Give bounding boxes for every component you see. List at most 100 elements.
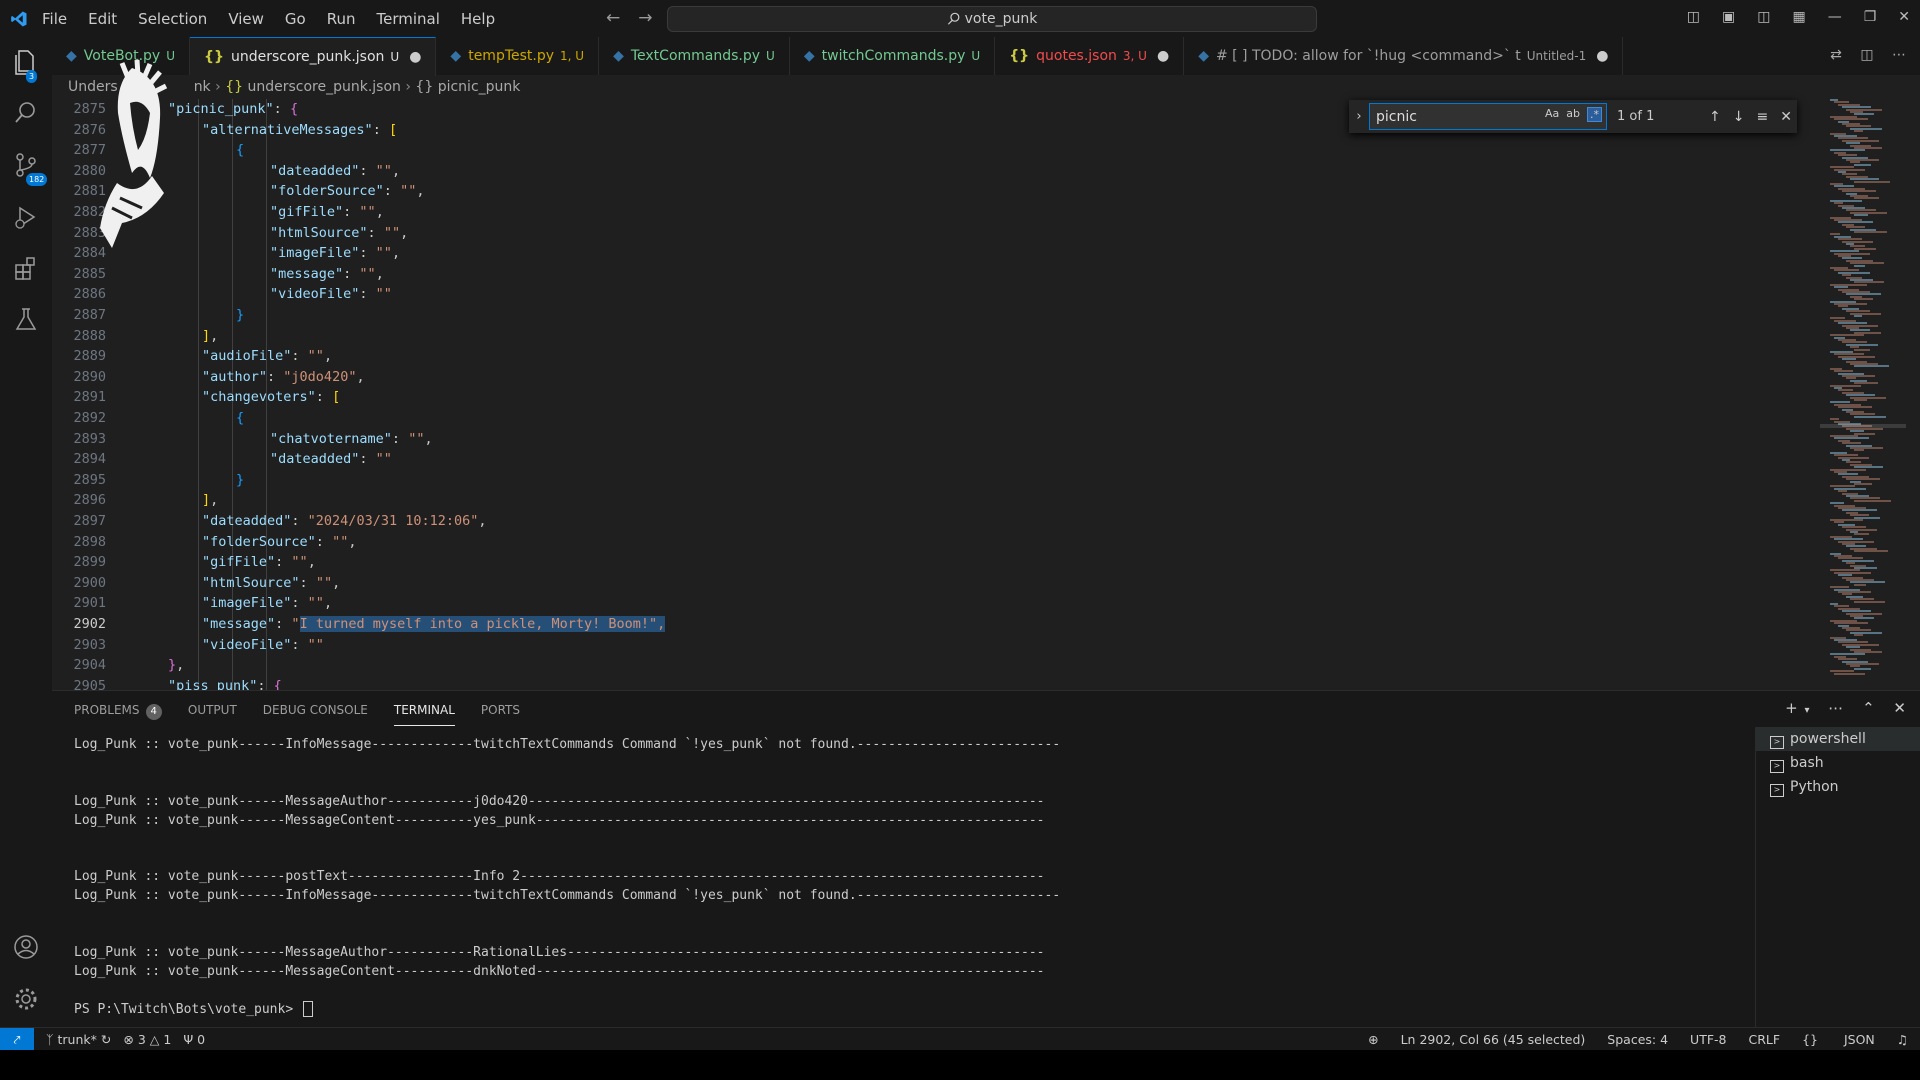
editor-tab[interactable]: ◆ tempTest.py 1, U	[436, 37, 600, 75]
match-whole-word-toggle[interactable]: ab	[1566, 107, 1580, 122]
run-debug-icon[interactable]	[12, 203, 40, 231]
problems-indicator[interactable]: ⊗ 3 △ 1	[123, 1032, 171, 1047]
language-mode[interactable]: {} JSON	[1802, 1032, 1875, 1047]
toggle-replace-chevron-icon[interactable]: ›	[1349, 109, 1369, 124]
encoding[interactable]: UTF-8	[1690, 1032, 1726, 1047]
code-token: "picnic_punk"	[168, 101, 274, 117]
minimize-icon[interactable]: —	[1828, 9, 1842, 25]
python-icon: ◆	[66, 48, 77, 64]
close-window-icon[interactable]: ✕	[1898, 9, 1910, 25]
indentation[interactable]: Spaces: 4	[1607, 1032, 1668, 1047]
line-ending[interactable]: CRLF	[1749, 1032, 1781, 1047]
ports-indicator[interactable]: Ψ 0	[183, 1032, 205, 1047]
branch-indicator[interactable]: ᛉ trunk* ↻	[46, 1032, 111, 1047]
tab-problems[interactable]: PROBLEMS 4	[74, 701, 162, 725]
more-actions-icon[interactable]: ⋯	[1892, 47, 1906, 63]
terminal-line: Log_Punk :: vote_punk------postText-----…	[74, 869, 1045, 885]
unsaved-dot-icon[interactable]: ●	[1157, 48, 1169, 64]
find-input[interactable]: picnic Aa ab .*	[1369, 103, 1607, 130]
tab-terminal[interactable]: TERMINAL	[393, 701, 455, 726]
code-token: ""	[375, 162, 392, 179]
code-token: "imageFile"	[270, 245, 360, 262]
back-arrow-icon[interactable]: ←	[606, 8, 620, 28]
code-token: ""	[400, 183, 417, 200]
terminal-python[interactable]: > Python	[1756, 775, 1920, 799]
toggle-panel-icon[interactable]: ▣	[1722, 9, 1735, 25]
tab-ports[interactable]: PORTS	[481, 701, 520, 725]
editor-tab[interactable]: ◆ # [ ] TODO: allow for `!hug <command>` …	[1184, 37, 1624, 75]
find-in-selection-icon[interactable]: ≡	[1756, 109, 1768, 125]
extensions-icon[interactable]	[12, 255, 40, 283]
maximize-panel-icon[interactable]: ⌃	[1862, 699, 1875, 717]
match-case-toggle[interactable]: Aa	[1545, 107, 1559, 122]
code-text: "dateadded": "2024/03/31 10:12:06",	[202, 511, 487, 532]
code-token: "chatvotername"	[270, 430, 392, 447]
minimap-line	[1854, 231, 1887, 233]
code-token: ,	[210, 327, 219, 344]
notifications-bell-icon[interactable]: ♫	[1897, 1032, 1908, 1047]
restore-icon[interactable]: ❐	[1864, 9, 1877, 25]
menu-edit[interactable]: Edit	[88, 10, 117, 28]
unsaved-dot-icon[interactable]: ●	[1596, 48, 1608, 64]
settings-gear-icon[interactable]	[12, 985, 40, 1013]
account-icon[interactable]	[12, 933, 40, 961]
menu-view[interactable]: View	[228, 10, 264, 28]
menu-selection[interactable]: Selection	[138, 10, 207, 28]
zoom-icon[interactable]: ⊕	[1368, 1032, 1378, 1047]
cursor-position[interactable]: Ln 2902, Col 66 (45 selected)	[1401, 1032, 1586, 1047]
testing-icon[interactable]	[12, 305, 40, 333]
search-icon[interactable]	[12, 99, 40, 127]
code-text: },	[168, 655, 184, 676]
more-actions-icon[interactable]: ⋯	[1828, 699, 1843, 717]
close-find-icon[interactable]: ✕	[1780, 109, 1792, 125]
toggle-secondary-sidebar-icon[interactable]: ◫	[1757, 9, 1770, 25]
next-match-icon[interactable]: ↓	[1733, 109, 1745, 125]
terminal-icon: >	[1770, 760, 1784, 773]
explorer-icon[interactable]	[12, 47, 40, 75]
split-editor-icon[interactable]: ◫	[1860, 47, 1873, 63]
compare-icon[interactable]: ⇄	[1830, 47, 1842, 63]
code-token: }	[236, 471, 245, 488]
remote-indicator-icon[interactable]: ⤤	[0, 1028, 34, 1050]
line-number: 2892	[73, 410, 106, 426]
minimap-line	[1854, 499, 1891, 502]
menu-run[interactable]: Run	[327, 10, 356, 28]
line-number: 2895	[73, 471, 106, 488]
code-token: :	[372, 121, 389, 138]
toggle-sidebar-icon[interactable]: ◫	[1687, 9, 1700, 25]
line-number: 2894	[73, 451, 106, 468]
menu-terminal[interactable]: Terminal	[377, 10, 440, 28]
breadcrumb-symbol[interactable]: picnic_punk	[438, 79, 521, 95]
punk-logo-icon	[100, 59, 168, 248]
use-regex-toggle[interactable]: .*	[1587, 107, 1602, 122]
code-token: "videoFile"	[202, 636, 292, 653]
forward-arrow-icon[interactable]: →	[638, 8, 652, 28]
problems-count-badge: 4	[145, 704, 162, 720]
code-editor[interactable]: 2875 "picnic_punk": {2876 "alternativeMess…	[52, 99, 1820, 690]
terminal-dropdown-icon[interactable]: ▾	[1804, 705, 1809, 716]
terminal-powershell[interactable]: > powershell	[1756, 727, 1920, 751]
menu-help[interactable]: Help	[461, 10, 495, 28]
editor-tab[interactable]: ◆ TextCommands.py U	[599, 37, 790, 75]
tab-debug-console[interactable]: DEBUG CONSOLE	[263, 701, 368, 725]
terminal-bash[interactable]: > bash	[1756, 751, 1920, 775]
customize-layout-icon[interactable]: ▦	[1792, 9, 1805, 25]
editor-tab[interactable]: {} underscore_punk.json U ●	[190, 37, 437, 76]
python-icon: ◆	[803, 48, 815, 64]
menu-file[interactable]: File	[42, 10, 67, 28]
breadcrumb-file[interactable]: underscore_punk.json	[247, 79, 400, 95]
editor-tab[interactable]: {} quotes.json 3, U ●	[995, 37, 1185, 75]
new-terminal-icon[interactable]: +	[1785, 699, 1798, 717]
menu-go[interactable]: Go	[285, 10, 306, 28]
command-center-search[interactable]: vote_punk	[667, 6, 1317, 32]
code-token: "changevoters"	[202, 389, 316, 406]
previous-match-icon[interactable]: ↑	[1709, 109, 1721, 125]
minimap-slider[interactable]	[1820, 424, 1906, 428]
editor-tab[interactable]: ◆ twitchCommands.py U	[790, 37, 996, 75]
minimap[interactable]	[1820, 99, 1920, 690]
tab-output[interactable]: OUTPUT	[188, 701, 237, 725]
close-panel-icon[interactable]: ✕	[1893, 699, 1906, 717]
code-token: :	[359, 451, 376, 468]
unsaved-dot-icon[interactable]: ●	[409, 49, 421, 65]
find-query: picnic	[1376, 108, 1417, 125]
